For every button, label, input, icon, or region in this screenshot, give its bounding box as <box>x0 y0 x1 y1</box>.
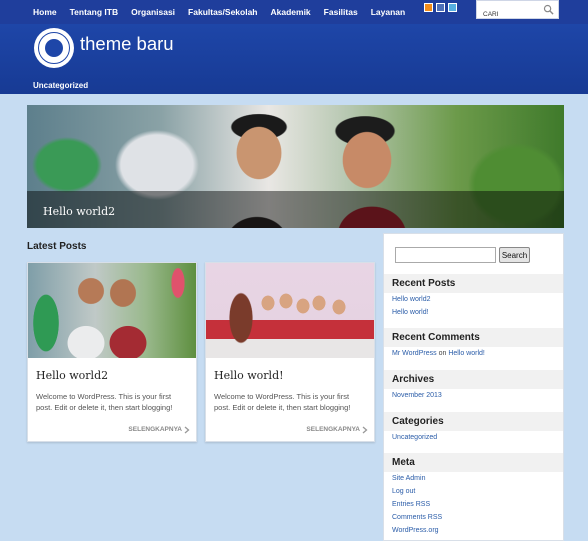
meta-logout-link[interactable]: Log out <box>392 488 415 495</box>
facebook-icon[interactable] <box>436 3 445 12</box>
meta-site-admin-link[interactable]: Site Admin <box>392 475 425 482</box>
post-card: Hello world2 Welcome to WordPress. This … <box>27 262 197 442</box>
main-menu: Home Tentang ITB Organisasi Fakultas/Sek… <box>33 0 418 24</box>
archives-heading: Archives <box>384 370 563 389</box>
site-title[interactable]: theme baru <box>80 33 174 55</box>
logo-emblem <box>45 39 63 57</box>
meta-wordpress-org-link[interactable]: WordPress.org <box>392 527 439 534</box>
recent-posts-heading: Recent Posts <box>384 274 563 293</box>
meta-entries-rss-link[interactable]: Entries RSS <box>392 501 430 508</box>
comment-on-text: on <box>438 350 447 357</box>
top-navigation-bar: Home Tentang ITB Organisasi Fakultas/Sek… <box>0 0 588 24</box>
itb-logo[interactable] <box>34 28 74 68</box>
post-excerpt: Welcome to WordPress. This is your first… <box>214 392 351 412</box>
recent-post-link[interactable]: Hello world2 <box>392 296 431 303</box>
category-link[interactable]: Uncategorized <box>392 434 437 441</box>
nav-layanan[interactable]: Layanan <box>371 7 406 17</box>
search-icon[interactable] <box>543 4 554 15</box>
meta-heading: Meta <box>384 453 563 472</box>
rss-icon[interactable] <box>424 3 433 12</box>
featured-slider[interactable]: Hello world2 <box>27 105 564 228</box>
post-card: Hello world! Welcome to WordPress. This … <box>205 262 375 442</box>
nav-fakultas-sekolah[interactable]: Fakultas/Sekolah <box>188 7 257 17</box>
nav-tentang-itb[interactable]: Tentang ITB <box>70 7 118 17</box>
post-title[interactable]: Hello world2 <box>36 369 108 382</box>
post-thumbnail[interactable] <box>28 263 196 358</box>
comment-post-link[interactable]: Hello world! <box>448 350 485 357</box>
post-thumbnail[interactable] <box>206 263 374 358</box>
nav-fasilitas[interactable]: Fasilitas <box>324 7 358 17</box>
recent-comments-heading: Recent Comments <box>384 328 563 347</box>
header-search <box>476 0 559 23</box>
chevron-right-icon <box>184 426 190 434</box>
site-header: theme baru Uncategorized <box>0 24 588 94</box>
chevron-right-icon <box>362 426 368 434</box>
nav-akademik[interactable]: Akademik <box>271 7 311 17</box>
latest-posts-heading: Latest Posts <box>27 241 87 252</box>
nav-organisasi[interactable]: Organisasi <box>131 7 175 17</box>
header-search-input[interactable] <box>477 6 541 23</box>
recent-post-link[interactable]: Hello world! <box>392 309 429 316</box>
sidebar-search-button[interactable]: Search <box>499 247 530 263</box>
sidebar-search-input[interactable] <box>395 247 496 263</box>
read-more-link[interactable]: SELENGKAPNYA <box>306 426 360 433</box>
category-menu-uncategorized[interactable]: Uncategorized <box>33 81 88 90</box>
post-title[interactable]: Hello world! <box>214 369 284 382</box>
slider-caption-title[interactable]: Hello world2 <box>43 205 115 218</box>
meta-comments-rss-link[interactable]: Comments RSS <box>392 514 442 521</box>
social-links <box>424 3 457 12</box>
recent-comment: Mr WordPress on Hello world! <box>392 350 485 357</box>
twitter-icon[interactable] <box>448 3 457 12</box>
archive-link[interactable]: November 2013 <box>392 392 442 399</box>
categories-heading: Categories <box>384 412 563 431</box>
comment-author-link[interactable]: Mr WordPress <box>392 350 437 357</box>
read-more-link[interactable]: SELENGKAPNYA <box>128 426 182 433</box>
nav-home[interactable]: Home <box>33 7 57 17</box>
post-excerpt: Welcome to WordPress. This is your first… <box>36 392 173 412</box>
sidebar: Search Recent Posts Hello world2 Hello w… <box>383 233 564 541</box>
